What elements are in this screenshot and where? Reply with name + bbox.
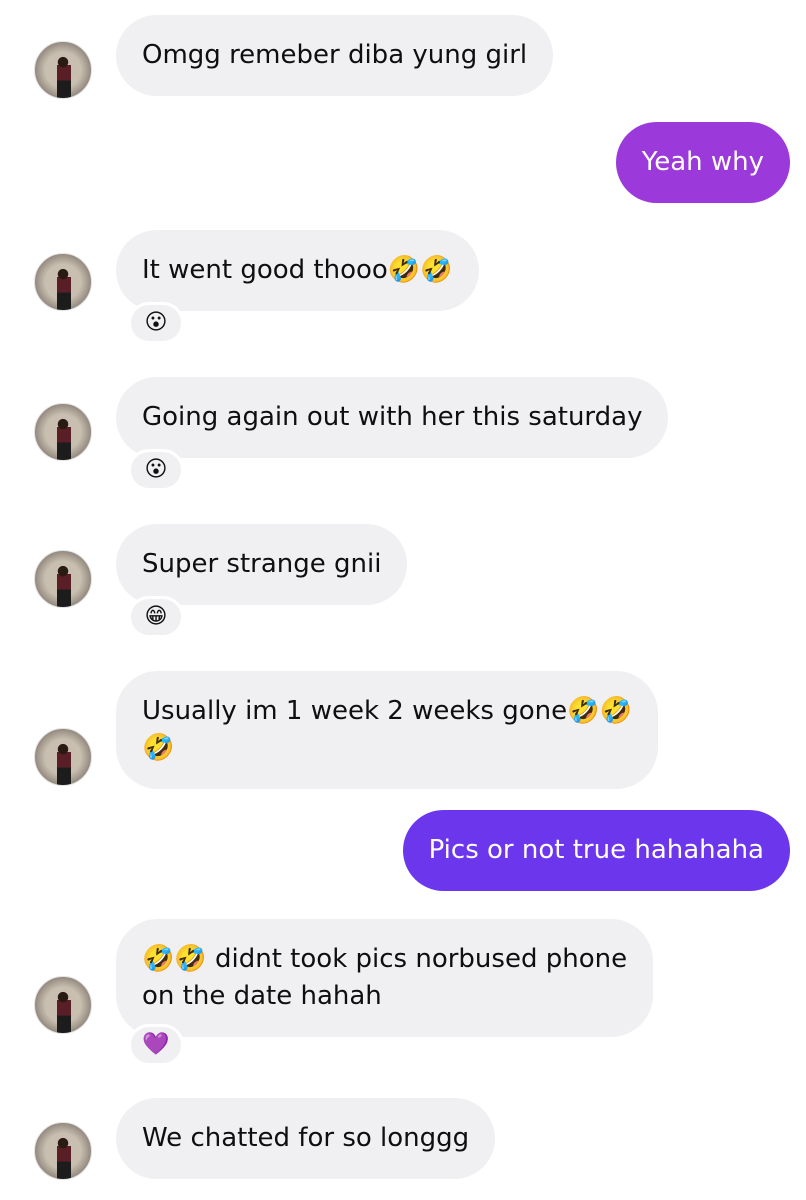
contact-avatar[interactable] [34,403,92,461]
contact-avatar[interactable] [34,728,92,786]
message-bubble-outgoing[interactable]: Pics or not true hahahaha [402,810,790,891]
reaction-badge[interactable]: 😮 [128,302,184,344]
message-bubble-incoming[interactable]: Going again out with her this saturday [116,377,669,458]
message-text: Super strange gnii [142,549,382,579]
contact-avatar[interactable] [34,1122,92,1180]
message-bubble-incoming[interactable]: Usually im 1 week 2 weeks gone🤣🤣 🤣 [116,671,658,789]
message-bubble-incoming[interactable]: We chatted for so longgg [116,1098,496,1179]
reaction-badge[interactable]: 😁 [128,596,184,638]
message-text: Omgg remeber diba yung girl [142,40,528,70]
reaction-badge[interactable]: 💜 [128,1024,184,1066]
reaction-emoji: 😮 [144,310,168,335]
message-text: We chatted for so longgg [142,1123,470,1153]
reaction-emoji: 💜 [142,1032,170,1057]
message-bubble-outgoing[interactable]: Yeah why [615,122,790,203]
contact-avatar[interactable] [34,41,92,99]
message-text: Pics or not true hahahaha [428,835,764,865]
message-bubble-incoming[interactable]: Super strange gnii [116,524,408,605]
message-bubble-incoming[interactable]: 🤣🤣 didnt took pics norbused phone on the… [116,919,654,1037]
message-text-line: on the date hahah [142,981,382,1011]
contact-avatar[interactable] [34,976,92,1034]
contact-avatar[interactable] [34,550,92,608]
message-text: Yeah why [641,147,764,177]
message-text: Going again out with her this saturday [142,402,643,432]
message-text-line: 🤣🤣 didnt took pics norbused phone [142,944,628,974]
message-text: It went good thooo🤣🤣 [142,255,453,285]
message-bubble-incoming[interactable]: Omgg remeber diba yung girl [116,15,554,96]
reaction-emoji: 😁 [144,604,168,629]
message-text-line: Usually im 1 week 2 weeks gone🤣🤣 [142,696,632,726]
reaction-badge[interactable]: 😮 [128,449,184,491]
contact-avatar[interactable] [34,253,92,311]
reaction-emoji: 😮 [144,457,168,482]
message-text-line: 🤣 [142,733,175,763]
message-bubble-incoming[interactable]: It went good thooo🤣🤣 [116,230,479,311]
